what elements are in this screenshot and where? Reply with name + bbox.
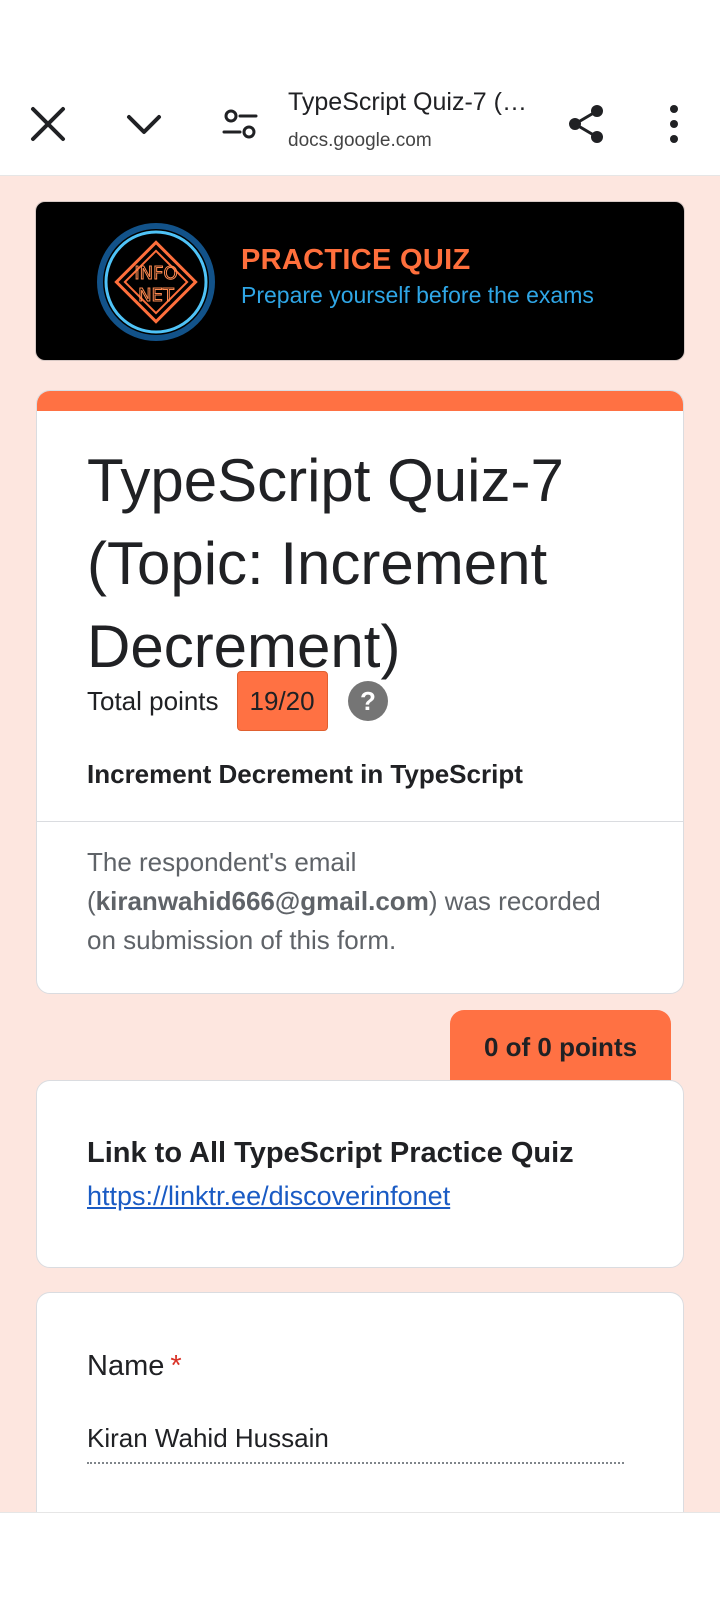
chevron-down-icon <box>127 115 161 134</box>
more-vert-icon <box>670 105 678 143</box>
share-icon <box>569 105 603 143</box>
total-points-label: Total points <box>87 685 219 716</box>
linktree-link[interactable]: https://linktr.ee/discoverinfonet <box>87 1181 450 1212</box>
more-options-button[interactable] <box>642 72 706 176</box>
header-divider <box>37 821 683 822</box>
infonet-logo: INFO NET <box>97 223 215 341</box>
header-banner: INFO NET PRACTICE QUIZ Prepare yourself … <box>35 201 685 361</box>
question-label-text: Name <box>87 1350 165 1382</box>
page-settings-button[interactable] <box>208 72 272 176</box>
status-bar <box>0 0 720 72</box>
link-title: Link to All TypeScript Practice Quiz <box>87 1137 574 1169</box>
form-content[interactable]: INFO NET PRACTICE QUIZ Prepare yourself … <box>0 176 720 1512</box>
score-badge: 19/20 <box>236 671 328 731</box>
navigation-bar <box>0 1512 720 1600</box>
share-button[interactable] <box>554 72 618 176</box>
respondent-email-note: The respondent's email (kiranwahid666@gm… <box>87 843 627 960</box>
minimize-button[interactable] <box>112 72 176 176</box>
page-title: TypeScript Quiz-7 (… <box>288 88 527 116</box>
question-label: Name * <box>87 1350 182 1383</box>
close-icon <box>31 107 65 141</box>
name-question-card: Name * Kiran Wahid Hussain <box>36 1292 684 1512</box>
logo-text-top: INFO <box>134 263 177 284</box>
svg-text:?: ? <box>360 686 376 716</box>
respondent-email: kiranwahid666@gmail.com <box>95 886 429 916</box>
header-accent-bar <box>37 391 683 411</box>
name-answer: Kiran Wahid Hussain <box>87 1423 624 1464</box>
form-title: TypeScript Quiz-7 (Topic: Increment Decr… <box>87 447 564 680</box>
page-url: docs.google.com <box>288 130 432 151</box>
banner-subtitle: Prepare yourself before the exams <box>241 282 594 308</box>
form-header-card: TypeScript Quiz-7 (Topic: Increment Decr… <box>36 390 684 994</box>
total-points-row: Total points 19/20 ? <box>87 671 388 731</box>
tune-icon <box>222 109 258 139</box>
banner-title: PRACTICE QUIZ <box>241 244 471 276</box>
required-asterisk: * <box>170 1350 182 1382</box>
browser-toolbar: TypeScript Quiz-7 (… docs.google.com <box>0 72 720 176</box>
close-button[interactable] <box>16 72 80 176</box>
form-description: Increment Decrement in TypeScript <box>87 759 523 789</box>
help-icon[interactable]: ? <box>347 681 388 721</box>
link-card: Link to All TypeScript Practice Quiz htt… <box>36 1080 684 1268</box>
logo-text-bottom: NET <box>138 285 175 306</box>
section-points-tab: 0 of 0 points <box>450 1010 671 1084</box>
